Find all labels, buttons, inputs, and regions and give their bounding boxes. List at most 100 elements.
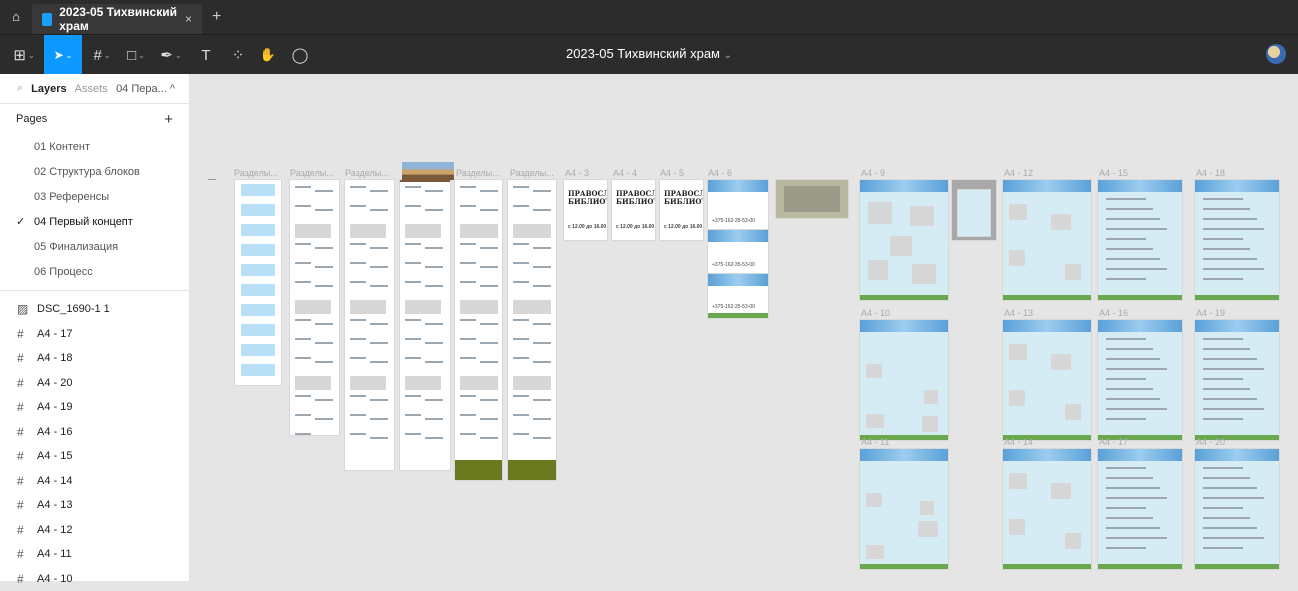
layer-item[interactable]: #A4 - 20 [0, 371, 189, 396]
text-line [1203, 358, 1257, 360]
frame-label[interactable]: A4 - 13 [1004, 308, 1033, 318]
page-item[interactable]: 06 Процесс [0, 259, 189, 284]
section-label[interactable]: Разделы... [456, 168, 500, 178]
text-line [533, 342, 551, 344]
image-frame[interactable] [952, 180, 996, 240]
a4-frame[interactable]: ПРАВОСЛАВНАЯ БИБЛИОТЕКА с 12.00 до 16.00 [564, 180, 607, 240]
frame-label[interactable]: A4 - 19 [1196, 308, 1225, 318]
section-label[interactable]: Разделы... [290, 168, 334, 178]
resources-icon[interactable]: ⁘ [226, 35, 250, 75]
text-line [1203, 408, 1264, 410]
layer-item[interactable]: ▨DSC_1690-1 1 [0, 297, 189, 322]
shape-tool-icon[interactable]: □⌄ [120, 35, 152, 75]
layer-item[interactable]: #A4 - 14 [0, 469, 189, 494]
close-tab-icon[interactable]: × [185, 12, 192, 26]
layer-item[interactable]: #A4 - 17 [0, 322, 189, 347]
pages-header: Pages + [0, 104, 189, 134]
photo-frame[interactable] [776, 180, 848, 218]
new-tab-button[interactable]: + [212, 8, 221, 26]
text-line [1203, 208, 1250, 210]
canvas[interactable]: Разделы... Разделы... Разделы... Разделы… [190, 74, 1298, 581]
text-line [1106, 368, 1167, 370]
avatar[interactable] [1266, 44, 1286, 64]
frame-label[interactable]: A4 - 10 [861, 308, 890, 318]
a4-frame[interactable] [860, 180, 948, 300]
content-block [241, 184, 275, 196]
frame-label[interactable]: A4 - 9 [861, 168, 885, 178]
frame-label[interactable]: A4 - 6 [708, 168, 732, 178]
frame-label[interactable]: A4 - 16 [1099, 308, 1128, 318]
a4-frame[interactable] [1098, 180, 1182, 300]
layer-item[interactable]: #A4 - 12 [0, 518, 189, 543]
layer-item[interactable]: #A4 - 19 [0, 395, 189, 420]
section-frame[interactable] [400, 180, 450, 470]
frame-label[interactable]: A4 - 20 [1196, 437, 1225, 447]
layer-item[interactable]: #A4 - 13 [0, 493, 189, 518]
text-line [295, 357, 311, 359]
hand-tool-icon[interactable]: ✋ [256, 35, 280, 75]
a4-frame[interactable] [1098, 449, 1182, 569]
home-icon[interactable]: ⌂ [8, 9, 24, 25]
frame-label[interactable]: A4 - 3 [565, 168, 589, 178]
frame-label[interactable]: A4 - 12 [1004, 168, 1033, 178]
text-line [1203, 368, 1264, 370]
a4-frame[interactable]: +375-162-35-53-00 [708, 274, 768, 318]
tab-assets[interactable]: Assets [75, 83, 108, 95]
frame-label[interactable]: A4 - 11 [861, 437, 889, 447]
frame-label[interactable]: A4 - 14 [1004, 437, 1033, 447]
layer-item[interactable]: #A4 - 18 [0, 346, 189, 371]
pen-tool-icon[interactable]: ✒⌄ [155, 35, 187, 75]
image-icon: ▨ [17, 302, 27, 316]
page-item[interactable]: 03 Референсы [0, 184, 189, 209]
placeholder-box [918, 521, 938, 537]
section-label[interactable]: Разделы... [510, 168, 554, 178]
text-tool-icon[interactable]: T [194, 35, 218, 75]
current-page-dropdown[interactable]: 04 Пера... ^ [116, 83, 175, 95]
a4-frame[interactable] [860, 449, 948, 569]
tab-layers[interactable]: Layers [31, 83, 66, 95]
layer-item[interactable]: #A4 - 10 [0, 567, 189, 591]
page-item[interactable]: 01 Контент [0, 134, 189, 159]
a4-frame[interactable]: ПРАВОСЛАВНАЯ БИБЛИОТЕКА с 12.00 до 16.00 [612, 180, 655, 240]
search-icon[interactable]: ⌕ [17, 82, 23, 95]
frame-tool-icon[interactable]: #⌄ [86, 35, 118, 75]
a4-frame[interactable]: +375-162-35-53-00 [708, 180, 768, 230]
section-label[interactable]: Разделы... [234, 168, 278, 178]
a4-frame[interactable]: ПРАВОСЛАВНАЯ БИБЛИОТЕКА с 12.00 до 16.00 [660, 180, 703, 240]
a4-frame[interactable] [1195, 320, 1279, 440]
a4-frame[interactable] [1003, 449, 1091, 569]
frame-label[interactable]: A4 - 5 [660, 168, 684, 178]
page-item-selected[interactable]: ✓04 Первый концепт [0, 209, 189, 234]
section-frame[interactable] [235, 180, 281, 385]
a4-frame[interactable]: +375-162-35-53-00 [708, 230, 768, 274]
a4-frame[interactable] [1003, 180, 1091, 300]
comment-tool-icon[interactable]: ◯ [288, 35, 312, 75]
layer-item[interactable]: #A4 - 11 [0, 542, 189, 567]
text-line [1203, 198, 1243, 200]
main-menu-icon[interactable]: ⊞⌄ [6, 35, 42, 75]
frame-label[interactable]: A4 - 17 [1099, 437, 1128, 447]
file-tab[interactable]: 2023-05 Тихвинский храм × [32, 4, 202, 34]
a4-frame[interactable] [1195, 449, 1279, 569]
frame-label[interactable]: A4 - 15 [1099, 168, 1128, 178]
add-page-button[interactable]: + [164, 111, 173, 128]
text-line [1106, 418, 1146, 420]
frame-label[interactable]: A4 - 18 [1196, 168, 1225, 178]
section-frame[interactable] [345, 180, 394, 470]
layer-item[interactable]: #A4 - 16 [0, 420, 189, 445]
section-frame[interactable] [455, 180, 502, 480]
a4-frame[interactable] [1195, 180, 1279, 300]
layer-item[interactable]: #A4 - 15 [0, 444, 189, 469]
content-block [241, 224, 275, 236]
section-label[interactable]: Разделы... [345, 168, 389, 178]
move-tool-icon[interactable]: ➤⌄ [44, 35, 82, 75]
page-item[interactable]: 05 Финализация [0, 234, 189, 259]
a4-frame[interactable] [860, 320, 948, 440]
section-frame[interactable] [508, 180, 556, 480]
frame-label[interactable]: A4 - 4 [613, 168, 637, 178]
section-frame[interactable] [290, 180, 339, 435]
a4-frame[interactable] [1098, 320, 1182, 440]
a4-frame[interactable] [1003, 320, 1091, 440]
text-line [350, 357, 366, 359]
page-item[interactable]: 02 Структура блоков [0, 159, 189, 184]
